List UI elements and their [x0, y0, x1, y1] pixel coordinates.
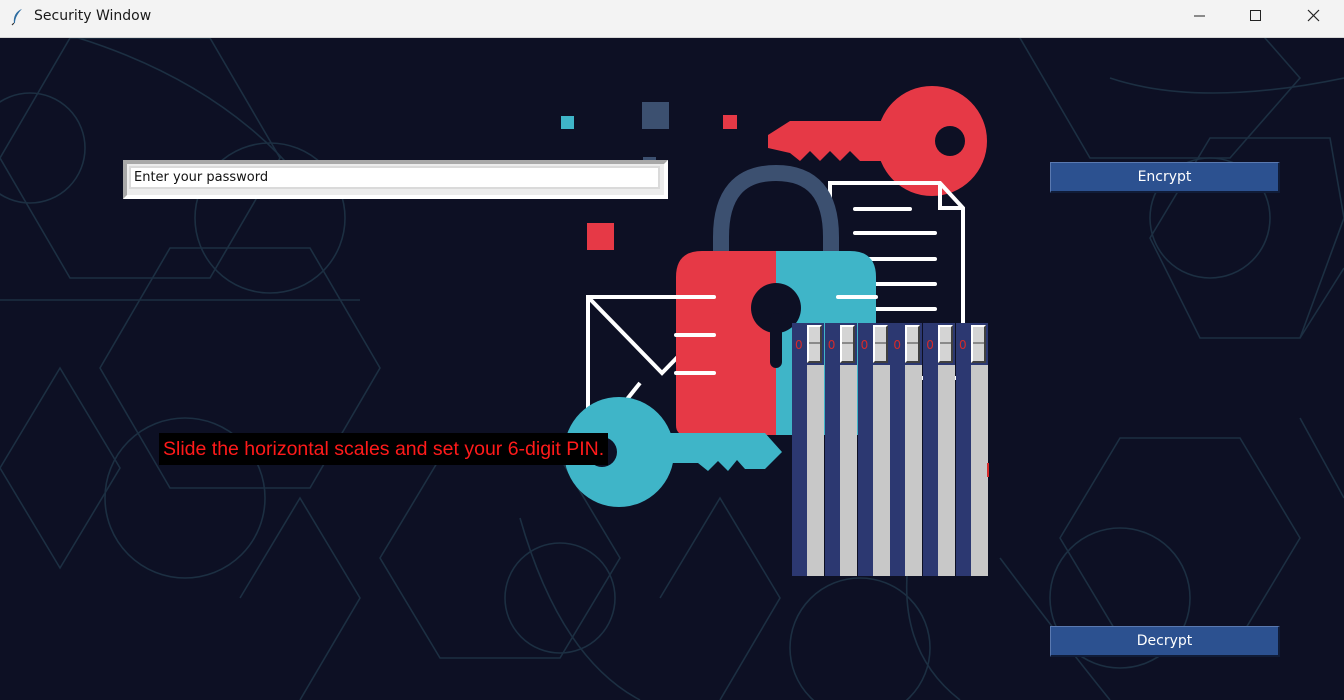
- maximize-icon: [1250, 10, 1261, 21]
- pin-scale-3[interactable]: 0: [857, 323, 890, 576]
- encrypt-button[interactable]: Encrypt: [1050, 162, 1280, 193]
- decrypt-button[interactable]: Decrypt: [1050, 626, 1280, 657]
- scale-slider-handle[interactable]: [905, 325, 921, 363]
- window-title: Security Window: [34, 8, 152, 24]
- close-icon: [1307, 9, 1320, 22]
- scale-border: [792, 323, 807, 576]
- scale-slider-handle[interactable]: [938, 325, 954, 363]
- close-button[interactable]: [1290, 0, 1336, 32]
- pin-scale-1[interactable]: 0: [792, 323, 824, 576]
- pin-digit-value: 0: [860, 338, 869, 352]
- password-input[interactable]: [129, 166, 660, 189]
- pin-scales: 0 0 0 0 0 0: [792, 323, 988, 576]
- pin-digit-value: 0: [827, 338, 836, 352]
- main-canvas: Encrypt Decrypt Slide the horizontal sca…: [0, 38, 1344, 700]
- pin-instruction-label: Slide the horizontal scales and set your…: [159, 433, 609, 465]
- pin-digit-value: 0: [926, 338, 934, 352]
- pin-scale-6[interactable]: 0: [955, 323, 988, 576]
- scale-slider-handle[interactable]: [872, 325, 888, 363]
- scale-border: [955, 323, 971, 576]
- pin-digit-value: 0: [893, 338, 902, 352]
- feather-icon: [11, 9, 22, 26]
- pin-scale-4[interactable]: 0: [890, 323, 923, 576]
- scale-edge-mark: [987, 463, 989, 477]
- scale-slider-handle[interactable]: [807, 325, 822, 363]
- scale-border: [923, 323, 939, 576]
- scale-border: [824, 323, 840, 576]
- pin-digit-value: 0: [795, 338, 803, 352]
- pin-scale-2[interactable]: 0: [824, 323, 857, 576]
- minimize-icon: [1194, 15, 1205, 17]
- maximize-button[interactable]: [1232, 0, 1278, 32]
- scale-border: [857, 323, 873, 576]
- title-bar: Security Window: [0, 0, 1344, 38]
- scale-slider-handle[interactable]: [970, 325, 986, 363]
- minimize-button[interactable]: [1176, 0, 1222, 32]
- scale-slider-handle[interactable]: [839, 325, 855, 363]
- pin-scale-5[interactable]: 0: [923, 323, 956, 576]
- pin-digit-value: 0: [958, 338, 967, 352]
- password-frame: [123, 160, 668, 199]
- scale-border: [890, 323, 906, 576]
